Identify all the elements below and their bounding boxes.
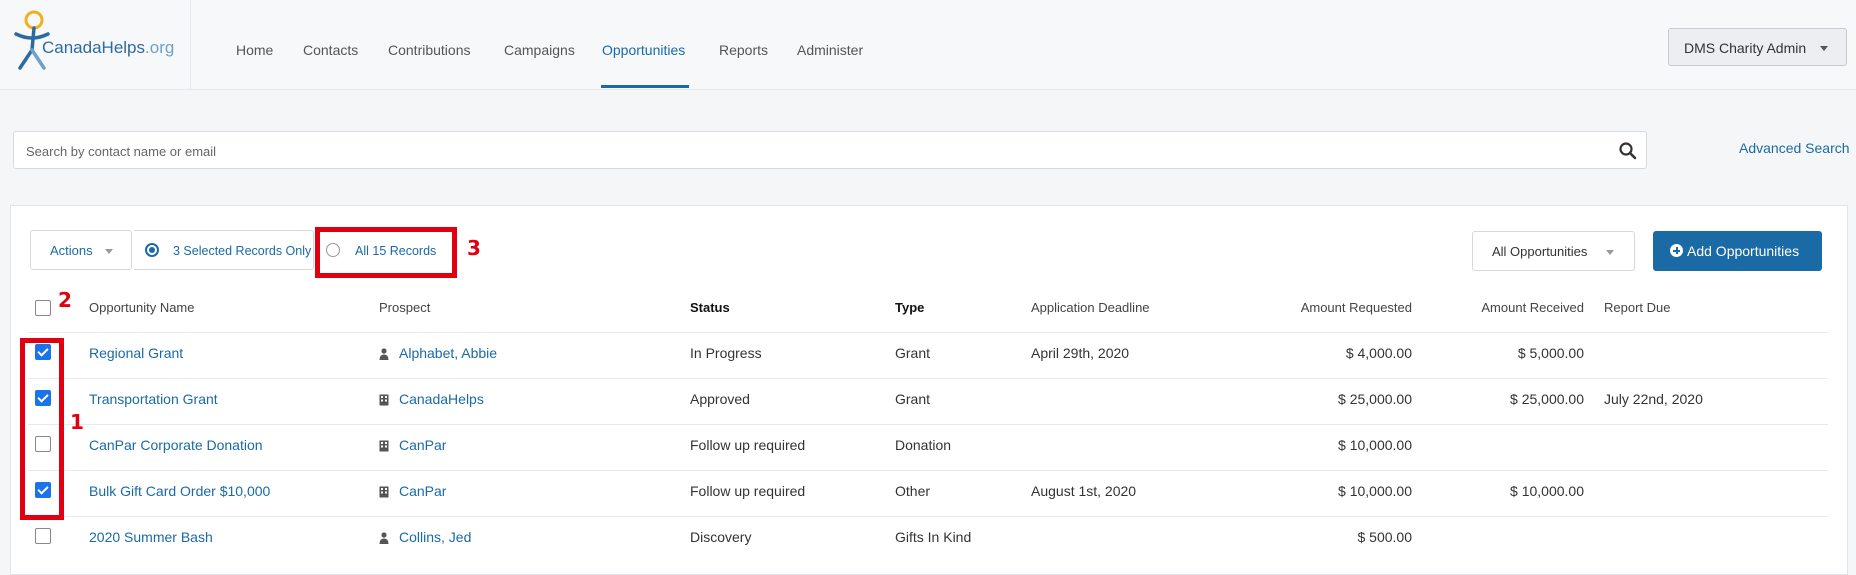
prospect-link[interactable]: CanadaHelps [399,391,484,407]
col-amount-requested[interactable]: Amount Requested [1301,300,1412,315]
actions-dropdown[interactable]: Actions [30,230,132,270]
brand-suffix: .org [145,38,175,57]
amount-received-cell: $ 25,000.00 [1510,391,1584,407]
header-divider [28,332,1828,333]
annotation-number-1: 1 [70,410,84,434]
row-divider [28,516,1828,517]
building-icon [379,439,389,452]
nav-home[interactable]: Home [236,42,273,58]
add-opportunities-label: Add Opportunities [1687,243,1800,259]
status-cell: Follow up required [690,437,806,453]
opportunity-filter-dropdown[interactable]: All Opportunities [1472,231,1635,271]
opportunity-name-link[interactable]: CanPar Corporate Donation [89,437,263,453]
brand-logo[interactable]: CanadaHelps.org [0,0,191,89]
col-status[interactable]: Status [690,300,730,315]
col-application-deadline[interactable]: Application Deadline [1031,300,1150,315]
person-icon [379,347,389,360]
annotation-number-3: 3 [467,236,481,260]
top-navigation-bar: CanadaHelps.org Home Contacts Contributi… [0,0,1856,90]
search-input[interactable] [24,140,1598,162]
status-cell: Discovery [690,529,752,545]
nav-administer[interactable]: Administer [797,42,863,58]
type-cell: Grant [895,391,931,407]
opportunity-name-link[interactable]: Regional Grant [89,345,183,361]
col-opportunity-name[interactable]: Opportunity Name [89,300,195,315]
search-icon[interactable] [1618,141,1638,161]
amount-requested-cell: $ 4,000.00 [1345,345,1412,361]
row-divider [28,424,1828,425]
type-cell: Donation [895,437,952,453]
add-opportunities-button[interactable]: Add Opportunities [1653,231,1822,271]
prospect-link[interactable]: Alphabet, Abbie [399,345,497,361]
amount-requested-cell: $ 10,000.00 [1338,437,1412,453]
actions-label: Actions [50,243,93,258]
nav-campaigns[interactable]: Campaigns [504,42,575,58]
amount-requested-cell: $ 25,000.00 [1338,391,1412,407]
annotation-box-3 [315,227,457,278]
report-due-cell: July 22nd, 2020 [1604,391,1703,407]
amount-requested-cell: $ 500.00 [1357,529,1413,545]
chevron-down-icon [105,249,113,254]
radio-selected-only[interactable] [145,243,159,257]
building-icon [379,393,389,406]
select-all-checkbox[interactable] [35,300,51,316]
active-tab-indicator [601,85,689,88]
prospect-link[interactable]: CanPar [399,483,446,499]
type-cell: Grant [895,345,931,361]
advanced-search-link[interactable]: Advanced Search [1739,140,1850,156]
amount-received-cell: $ 10,000.00 [1510,483,1584,499]
person-icon [379,531,389,544]
selected-only-label[interactable]: 3 Selected Records Only [173,244,311,258]
col-type[interactable]: Type [895,300,924,315]
deadline-cell: April 29th, 2020 [1031,345,1130,361]
user-menu-button[interactable]: DMS Charity Admin [1668,28,1847,66]
nav-contributions[interactable]: Contributions [388,42,471,58]
opportunity-name-link[interactable]: 2020 Summer Bash [89,529,213,545]
brand-wordmark: CanadaHelps.org [42,38,174,58]
annotation-box-1 [20,338,64,520]
user-menu-label: DMS Charity Admin [1684,40,1807,56]
col-prospect[interactable]: Prospect [379,300,430,315]
nav-contacts[interactable]: Contacts [303,42,358,58]
nav-opportunities[interactable]: Opportunities [602,42,685,58]
filter-label: All Opportunities [1492,244,1588,259]
annotation-number-2: 2 [58,288,72,312]
building-icon [379,485,389,498]
row-checkbox[interactable] [35,528,51,544]
amount-received-cell: $ 5,000.00 [1517,345,1584,361]
type-cell: Other [895,483,931,499]
search-bar [13,131,1647,169]
status-cell: In Progress [690,345,762,361]
deadline-cell: August 1st, 2020 [1031,483,1137,499]
status-cell: Follow up required [690,483,806,499]
plus-circle-icon [1670,244,1683,257]
row-divider [28,470,1828,471]
status-cell: Approved [690,391,750,407]
amount-requested-cell: $ 10,000.00 [1338,483,1412,499]
prospect-link[interactable]: CanPar [399,437,446,453]
opportunity-name-link[interactable]: Transportation Grant [89,391,218,407]
row-divider [28,378,1828,379]
col-report-due[interactable]: Report Due [1604,300,1670,315]
opportunity-name-link[interactable]: Bulk Gift Card Order $10,000 [89,483,270,499]
chevron-down-icon [1606,250,1614,255]
prospect-link[interactable]: Collins, Jed [399,529,471,545]
type-cell: Gifts In Kind [895,529,972,545]
brand-name: CanadaHelps [42,38,146,57]
chevron-down-icon [1820,46,1828,51]
col-amount-received[interactable]: Amount Received [1481,300,1584,315]
nav-reports[interactable]: Reports [719,42,768,58]
